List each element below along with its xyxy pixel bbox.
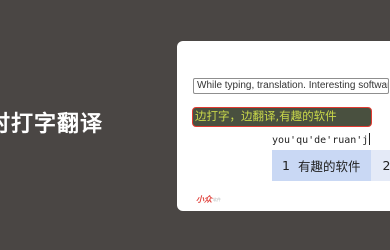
candidate-number: 2 bbox=[382, 158, 390, 173]
text-caret bbox=[369, 133, 371, 145]
logo-mark: 小众 bbox=[196, 195, 212, 204]
translation-output[interactable]: 边打字，边翻译,有趣的软件 bbox=[192, 107, 372, 127]
ime-composition: you'qu'de'ruan'j bbox=[272, 133, 372, 149]
ime-candidate-2[interactable]: 2 bbox=[371, 150, 390, 181]
ime-candidate-1[interactable]: 1 有趣的软件 bbox=[272, 150, 372, 181]
logo-subtext: 软件 bbox=[213, 197, 221, 202]
candidate-text: 有趣的软件 bbox=[297, 159, 361, 174]
promo-headline: 时打字翻译 bbox=[0, 112, 104, 137]
source-text-input[interactable]: While typing, translation. Interesting s… bbox=[193, 78, 389, 94]
demo-window: While typing, translation. Interesting s… bbox=[177, 41, 390, 211]
ime-composition-text: you'qu'de'ruan'j bbox=[272, 135, 369, 146]
ime-candidate-bar: 1 有趣的软件 2 bbox=[272, 150, 390, 181]
brand-logo: 小众软件 bbox=[196, 187, 236, 204]
candidate-number: 1 bbox=[282, 158, 290, 173]
